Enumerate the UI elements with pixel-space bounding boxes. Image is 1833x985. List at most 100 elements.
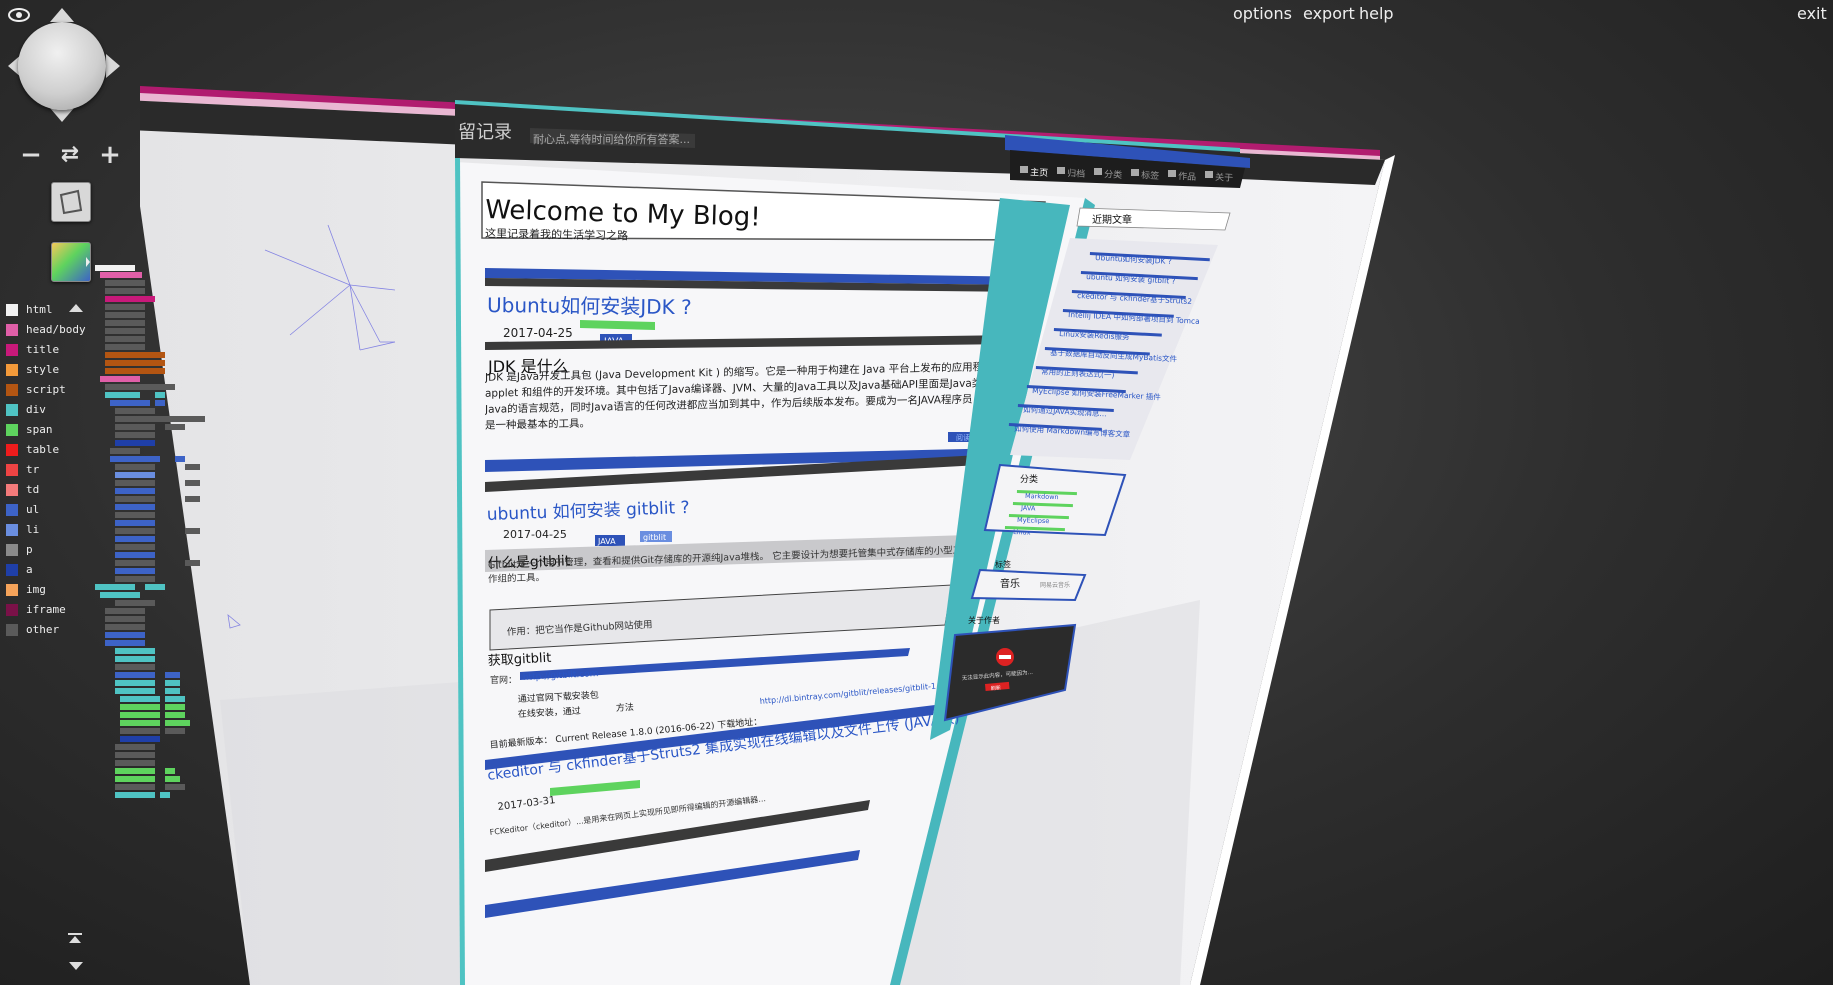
legend-label: iframe	[26, 603, 66, 616]
legend-item-title[interactable]: title	[6, 341, 86, 361]
minimap-node	[165, 680, 180, 686]
minimap-node	[160, 792, 170, 798]
legend-label: li	[26, 523, 40, 536]
minimap-node	[115, 512, 155, 518]
legend-item-head-body[interactable]: head/body	[6, 321, 86, 341]
legend-label: html	[26, 303, 53, 316]
legend-item-other[interactable]: other	[6, 621, 86, 641]
widget-refresh[interactable]: 刷新	[991, 684, 1002, 692]
minimap-node	[165, 784, 185, 790]
pan-right-arrow-icon[interactable]	[106, 54, 120, 78]
legend-item-li[interactable]: li	[6, 521, 86, 541]
minimap-node	[105, 336, 145, 342]
legend-item-tr[interactable]: tr	[6, 461, 86, 481]
post1-title[interactable]: Ubuntu如何安装JDK ?	[487, 293, 692, 319]
minimap-node	[115, 536, 155, 542]
minimap-node	[115, 464, 155, 470]
category-item-1[interactable]: JAVA	[1020, 504, 1036, 513]
welcome-subtitle: 这里记录着我的生活学习之路	[485, 226, 628, 242]
minimap-node	[115, 504, 155, 510]
rotate-joystick[interactable]	[18, 22, 106, 110]
minimap-node	[120, 720, 160, 726]
dom-3d-stage[interactable]: 留记录 耐心点,等待时间给你所有答案... 主页 归档 分类 标签 作品 关于 Welco…	[140, 80, 1620, 985]
exit-button[interactable]: exit	[1797, 4, 1827, 23]
options-button[interactable]: options	[1233, 4, 1292, 23]
category-item-0[interactable]: Markdown	[1025, 492, 1059, 501]
minimap-node	[165, 704, 185, 710]
minimap-node	[165, 776, 180, 782]
legend-item-td[interactable]: td	[6, 481, 86, 501]
pan-down-arrow-icon[interactable]	[50, 108, 74, 122]
post2-list2b: 方法	[616, 701, 635, 714]
nav-item-4[interactable]: 作品	[1178, 170, 1197, 183]
nav-item-5[interactable]: 关于	[1215, 171, 1234, 184]
minimap-node	[145, 584, 165, 590]
legend-item-script[interactable]: script	[6, 381, 86, 401]
minimap-node	[155, 400, 165, 406]
scroll-top-icon[interactable]	[68, 933, 82, 947]
minimap-node	[120, 728, 160, 734]
legend-item-div[interactable]: div	[6, 401, 86, 421]
category-item-3[interactable]: Linux	[1013, 528, 1031, 537]
minimap-node	[105, 344, 145, 350]
dom-minimap[interactable]	[90, 265, 240, 975]
scroll-down-icon[interactable]	[69, 962, 83, 970]
category-item-2[interactable]: MyEclipse	[1017, 516, 1050, 525]
minimap-node	[115, 672, 155, 678]
post2-tag2[interactable]: gitblit	[643, 533, 666, 542]
legend-item-iframe[interactable]: iframe	[6, 601, 86, 621]
zoom-in-icon[interactable]: +	[97, 142, 123, 168]
legend-item-ul[interactable]: ul	[6, 501, 86, 521]
export-button[interactable]: export	[1303, 4, 1355, 23]
top-menu: options export help exit	[1233, 2, 1833, 26]
post2-tag1[interactable]: JAVA	[597, 537, 616, 546]
minimap-node	[115, 600, 155, 606]
minimap-node	[115, 656, 155, 662]
legend-swatch	[6, 464, 18, 476]
legend-swatch	[6, 324, 18, 336]
layers-toggle-icon[interactable]	[51, 242, 91, 282]
legend-label: td	[26, 483, 40, 496]
minimap-node	[115, 424, 155, 430]
minimap-node	[115, 472, 155, 478]
minimap-node	[115, 480, 155, 486]
zoom-out-icon[interactable]: −	[18, 142, 44, 168]
legend-item-p[interactable]: p	[6, 541, 86, 561]
blog-header-title[interactable]: 留记录	[458, 122, 512, 143]
minimap-node	[165, 768, 175, 774]
legend-item-span[interactable]: span	[6, 421, 86, 441]
legend-item-a[interactable]: a	[6, 561, 86, 581]
nav-item-3[interactable]: 标签	[1141, 169, 1160, 182]
legend-swatch	[6, 404, 18, 416]
minimap-node	[115, 792, 155, 798]
post1-body: JDK 是Java开发工具包 (Java Development Kit ) 的…	[485, 360, 1005, 432]
legend-item-table[interactable]: table	[6, 441, 86, 461]
minimap-node	[115, 416, 205, 422]
minimap-node	[115, 752, 155, 758]
legend-item-style[interactable]: style	[6, 361, 86, 381]
help-button[interactable]: help	[1359, 4, 1394, 23]
minimap-node	[115, 544, 155, 550]
nav-item-2[interactable]: 分类	[1104, 168, 1123, 181]
legend-collapse-icon[interactable]	[69, 304, 83, 312]
legend-swatch	[6, 564, 18, 576]
minimap-node	[120, 736, 160, 742]
minimap-node	[115, 688, 155, 694]
eye-icon[interactable]	[8, 8, 30, 22]
minimap-node	[165, 424, 185, 430]
legend-label: table	[26, 443, 60, 456]
minimap-node	[115, 440, 155, 446]
legend-swatch	[6, 364, 18, 376]
nav-item-0[interactable]: 主页	[1030, 166, 1049, 179]
wireframe-toggle-icon[interactable]	[51, 182, 91, 222]
minimap-node	[105, 320, 145, 326]
legend-item-img[interactable]: img	[6, 581, 86, 601]
nav-item-1[interactable]: 归档	[1067, 167, 1086, 180]
minimap-node	[105, 280, 145, 286]
refresh-icon[interactable]: ⇄	[57, 142, 83, 168]
legend-label: a	[26, 563, 33, 576]
minimap-node	[100, 272, 142, 278]
pan-up-arrow-icon[interactable]	[50, 8, 74, 22]
control-panel: − ⇄ + html head/body title style script div sp…	[0, 0, 250, 985]
nav-icon	[1094, 168, 1102, 175]
